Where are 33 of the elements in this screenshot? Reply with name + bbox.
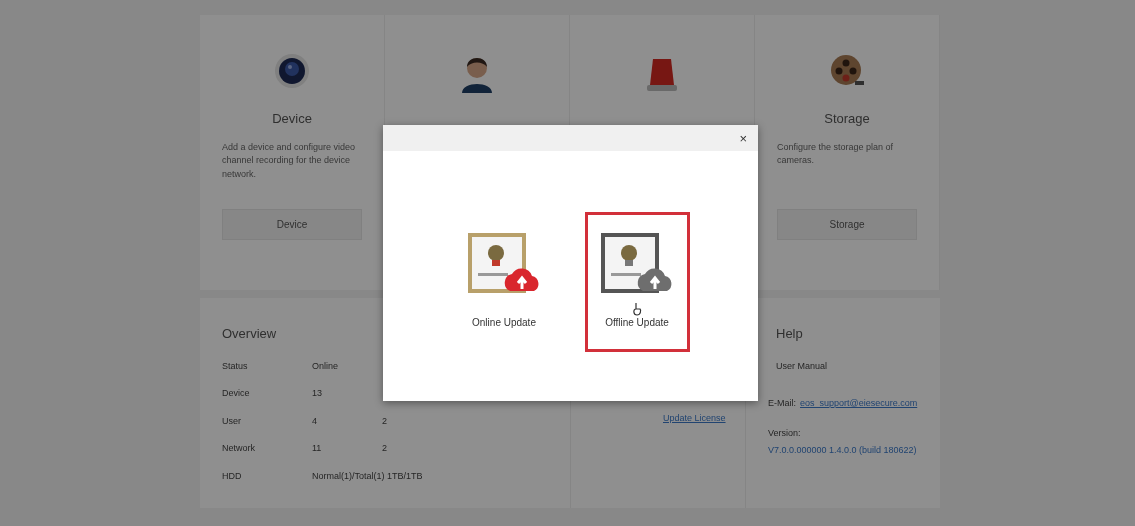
- card-description: Configure the storage plan of cameras.: [777, 140, 895, 167]
- table-cell-text: 4: [312, 414, 318, 428]
- column-header: Status: [222, 359, 249, 373]
- section-title: Help: [776, 325, 804, 343]
- table-cell-text: 11: [312, 442, 323, 455]
- email-link[interactable]: eos_support@eiesecure.com: [800, 397, 918, 411]
- certificate-upload-icon: [468, 233, 540, 295]
- update-license-link[interactable]: Update License: [663, 412, 726, 426]
- update-option[interactable]: Offline Update: [584, 212, 690, 352]
- card-title: Storage: [823, 110, 871, 128]
- version-label: Version:: [768, 426, 801, 440]
- certificate-upload-icon: [601, 233, 673, 295]
- card-description: Add a device and configure video channel recording for the device network.: [222, 140, 357, 181]
- row-label: HDD: [222, 469, 243, 483]
- camera-icon: [274, 53, 310, 89]
- card-button[interactable]: Storage: [777, 208, 917, 240]
- table-cell-text: 2: [382, 442, 388, 455]
- close-button[interactable]: ×: [736, 131, 750, 145]
- email-label: E-Mail:: [768, 397, 796, 410]
- card-button[interactable]: Device: [222, 208, 362, 240]
- table-cell-text: 13: [312, 387, 323, 400]
- section-title: Overview: [222, 325, 278, 343]
- row-label: Network: [222, 442, 256, 455]
- version-value: V7.0.0.000000 1.4.0.0 (build 180622): [768, 444, 917, 457]
- row-label: User: [222, 414, 242, 428]
- column-header: Online: [312, 359, 339, 373]
- row-label: Device: [222, 387, 251, 400]
- table-cell-text: 2: [382, 414, 388, 428]
- table-cell-text: Normal(1)/Total(1) 1TB/1TB: [312, 469, 424, 483]
- pointer-cursor-icon: [632, 301, 642, 315]
- card-title: Device: [271, 110, 313, 128]
- update-option[interactable]: Online Update: [451, 212, 557, 352]
- user-manual-link[interactable]: User Manual: [776, 359, 918, 373]
